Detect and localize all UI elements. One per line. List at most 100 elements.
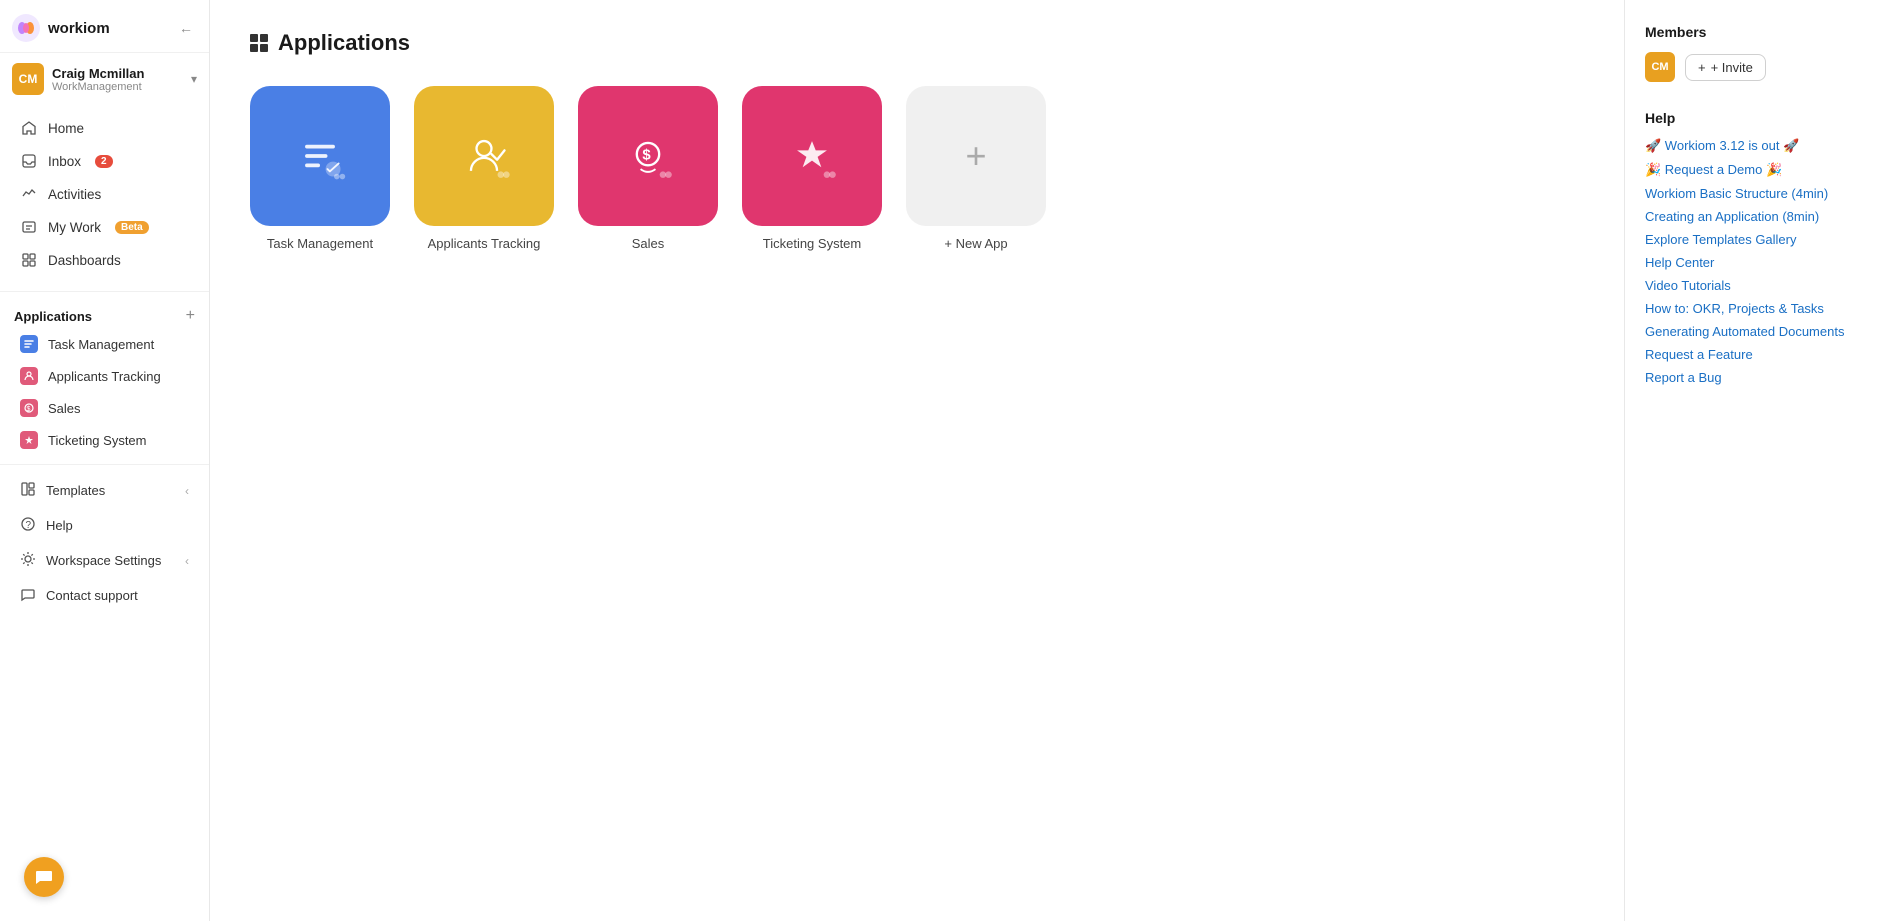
sidebar-item-mywork[interactable]: My Work Beta (6, 211, 203, 243)
task-management-dot (20, 335, 38, 353)
app-card-ticketing-system-label: Ticketing System (763, 236, 862, 251)
contact-support-icon (20, 586, 36, 605)
inbox-badge: 2 (95, 155, 113, 168)
ticketing-system-svg (784, 128, 840, 184)
sidebar: workiom ← CM Craig Mcmillan WorkManageme… (0, 0, 210, 921)
sales-dot: $ (20, 399, 38, 417)
svg-text:$: $ (27, 406, 31, 413)
sidebar-item-sales[interactable]: $ Sales (6, 393, 203, 423)
svg-text:$: $ (642, 147, 651, 164)
sidebar-item-templates-label: Templates (46, 483, 105, 498)
help-link-video-tutorials[interactable]: Video Tutorials (1645, 278, 1884, 293)
sidebar-item-inbox[interactable]: Inbox 2 (6, 145, 203, 177)
applications-section-header: Applications + (0, 300, 209, 328)
dashboards-icon (20, 251, 38, 269)
members-row: CM + + Invite (1645, 52, 1884, 82)
help-title: Help (1645, 110, 1884, 126)
app-name: workiom (48, 20, 110, 37)
sidebar-item-contact-support-label: Contact support (46, 588, 138, 603)
new-app-card[interactable]: + + New App (906, 86, 1046, 251)
applicants-tracking-dot (20, 367, 38, 385)
new-app-icon-box: + (906, 86, 1046, 226)
invite-button[interactable]: + + Invite (1685, 54, 1766, 81)
sidebar-item-activities-label: Activities (48, 187, 101, 202)
workspace-settings-chevron: ‹ (185, 554, 189, 568)
members-section: Members CM + + Invite (1645, 24, 1884, 82)
add-application-button[interactable]: + (186, 308, 195, 324)
task-management-icon-box (250, 86, 390, 226)
sidebar-item-inbox-label: Inbox (48, 154, 81, 169)
chat-bubble-icon (34, 867, 54, 887)
sidebar-item-dashboards[interactable]: Dashboards (6, 244, 203, 276)
applicants-tracking-svg (456, 128, 512, 184)
sidebar-item-contact-support[interactable]: Contact support (6, 579, 203, 612)
invite-label: + Invite (1711, 60, 1753, 75)
templates-icon (20, 481, 36, 500)
task-management-svg (292, 128, 348, 184)
chat-bubble-button[interactable] (24, 857, 64, 897)
logo-area[interactable]: workiom (12, 14, 110, 42)
help-link-report-bug[interactable]: Report a Bug (1645, 370, 1884, 385)
logo-icon (12, 14, 40, 42)
app-card-applicants-tracking[interactable]: Applicants Tracking (414, 86, 554, 251)
main-content: Applications Task Management (210, 0, 1624, 921)
user-section[interactable]: CM Craig Mcmillan WorkManagement ▾ (0, 53, 209, 105)
sidebar-item-sales-label: Sales (48, 401, 81, 416)
right-panel: Members CM + + Invite Help 🚀 Workiom 3.1… (1624, 0, 1904, 921)
help-link-okr-projects[interactable]: How to: OKR, Projects & Tasks (1645, 301, 1884, 316)
sidebar-item-mywork-label: My Work (48, 220, 101, 235)
mywork-beta-badge: Beta (115, 221, 149, 234)
app-card-sales[interactable]: $ Sales (578, 86, 718, 251)
sidebar-item-help-label: Help (46, 518, 73, 533)
sales-svg: $ (620, 128, 676, 184)
app-card-task-management-label: Task Management (267, 236, 373, 251)
sidebar-item-dashboards-label: Dashboards (48, 253, 121, 268)
help-links-container: 🚀 Workiom 3.12 is out 🚀 🎉 Request a Demo … (1645, 138, 1884, 385)
help-link-release[interactable]: 🚀 Workiom 3.12 is out 🚀 (1645, 138, 1884, 154)
invite-plus: + (1698, 60, 1706, 75)
sales-icon-box: $ (578, 86, 718, 226)
sidebar-item-home[interactable]: Home (6, 112, 203, 144)
avatar: CM (12, 63, 44, 95)
collapse-sidebar-button[interactable]: ← (175, 18, 197, 38)
home-icon (20, 119, 38, 137)
help-section: Help 🚀 Workiom 3.12 is out 🚀 🎉 Request a … (1645, 110, 1884, 385)
new-app-label: + New App (944, 236, 1007, 251)
workspace-settings-icon (20, 551, 36, 570)
help-icon: ? (20, 516, 36, 535)
sidebar-item-home-label: Home (48, 121, 84, 136)
help-link-basic-structure[interactable]: Workiom Basic Structure (4min) (1645, 186, 1884, 201)
activities-icon (20, 185, 38, 203)
divider-2 (0, 464, 209, 465)
help-link-demo[interactable]: 🎉 Request a Demo 🎉 (1645, 162, 1884, 178)
sidebar-item-activities[interactable]: Activities (6, 178, 203, 210)
user-workspace: WorkManagement (52, 81, 191, 93)
sidebar-header: workiom ← (0, 0, 209, 53)
sidebar-item-applicants-tracking[interactable]: Applicants Tracking (6, 361, 203, 391)
inbox-icon (20, 152, 38, 170)
app-card-sales-label: Sales (632, 236, 665, 251)
help-link-automated-docs[interactable]: Generating Automated Documents (1645, 324, 1884, 339)
new-app-plus-icon: + (965, 135, 986, 177)
applications-page-icon (250, 34, 268, 52)
help-link-request-feature[interactable]: Request a Feature (1645, 347, 1884, 362)
svg-text:?: ? (26, 520, 32, 531)
ticketing-system-dot (20, 431, 38, 449)
help-link-help-center[interactable]: Help Center (1645, 255, 1884, 270)
sidebar-item-templates[interactable]: Templates ‹ (6, 474, 203, 507)
ticketing-system-icon-box (742, 86, 882, 226)
applicants-tracking-icon-box (414, 86, 554, 226)
templates-chevron: ‹ (185, 484, 189, 498)
user-menu-chevron: ▾ (191, 72, 197, 86)
divider-1 (0, 291, 209, 292)
sidebar-item-workspace-settings[interactable]: Workspace Settings ‹ (6, 544, 203, 577)
sidebar-item-help[interactable]: ? Help (6, 509, 203, 542)
sidebar-item-task-management-label: Task Management (48, 337, 154, 352)
app-card-ticketing-system[interactable]: Ticketing System (742, 86, 882, 251)
app-card-task-management[interactable]: Task Management (250, 86, 390, 251)
sidebar-item-task-management[interactable]: Task Management (6, 329, 203, 359)
help-link-creating-app[interactable]: Creating an Application (8min) (1645, 209, 1884, 224)
sidebar-item-ticketing-system[interactable]: Ticketing System (6, 425, 203, 455)
help-link-templates-gallery[interactable]: Explore Templates Gallery (1645, 232, 1884, 247)
apps-grid: Task Management Applicants Tracking $ (250, 86, 1584, 251)
